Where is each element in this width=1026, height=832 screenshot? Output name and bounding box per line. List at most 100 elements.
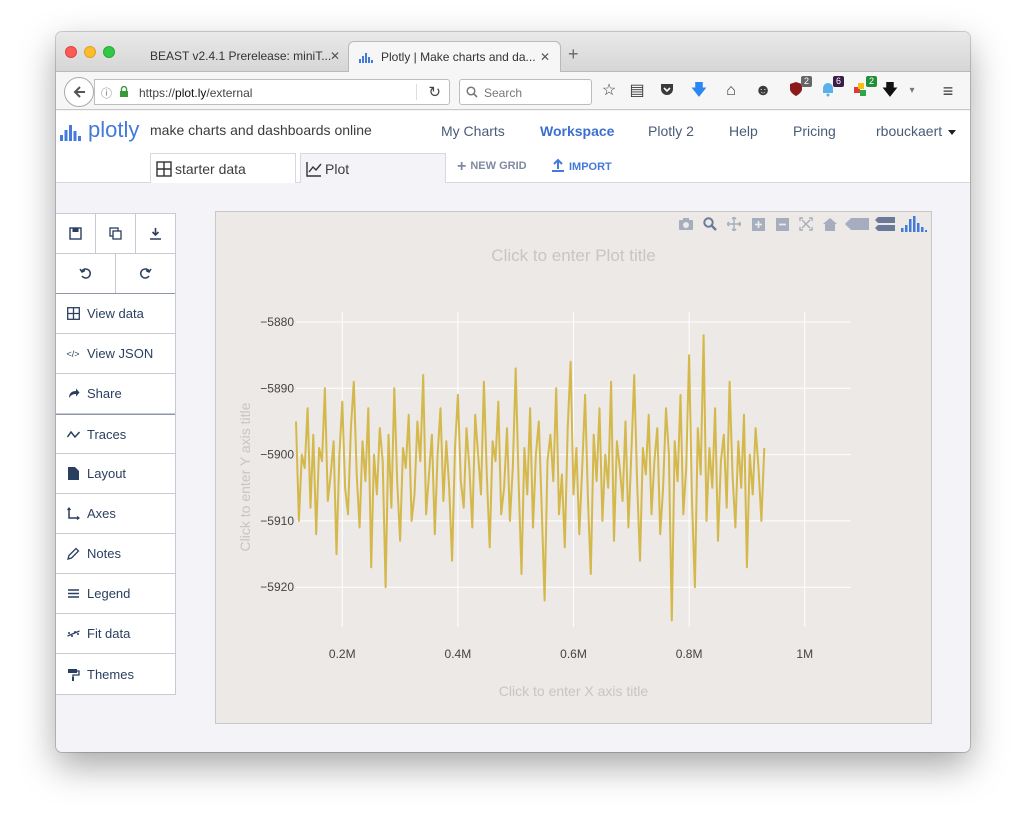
close-tab-icon[interactable]: ✕	[540, 42, 550, 73]
extension-puzzle-icon[interactable]: 2	[851, 76, 877, 101]
sidebar-item-themes[interactable]: Themes	[56, 654, 175, 694]
browser-tab-beast[interactable]: BEAST v2.4.1 Prerelease: miniT... ✕	[140, 41, 350, 72]
reload-icon[interactable]: ↻	[428, 83, 441, 101]
x-axis-title[interactable]: Click to enter X axis title	[499, 683, 649, 699]
tab-plot[interactable]: Plot	[300, 153, 446, 183]
ublock-icon[interactable]: 2	[786, 76, 812, 101]
hover-closest-icon[interactable]	[845, 216, 869, 232]
nav-help[interactable]: Help	[729, 123, 758, 139]
pan-icon[interactable]	[725, 216, 743, 232]
plotly-header: plotly make charts and dashboards online…	[56, 111, 970, 183]
y-tick-label: −5880	[260, 315, 294, 329]
pocket-icon[interactable]	[657, 81, 677, 101]
sidebar-item-view-json[interactable]: </> View JSON	[56, 334, 175, 374]
y-axis-title[interactable]: Click to enter Y axis title	[237, 402, 253, 551]
user-menu[interactable]: rbouckaert	[876, 123, 957, 139]
browser-tab-plotly[interactable]: Plotly | Make charts and da... ✕	[348, 41, 561, 72]
zoom-icon[interactable]	[701, 216, 719, 232]
bookmark-star-icon[interactable]: ☆	[599, 81, 619, 101]
sidebar-item-fit-data[interactable]: Fit data	[56, 614, 175, 654]
paint-roller-icon	[66, 667, 80, 681]
y-tick-label: −5900	[260, 448, 294, 462]
download-icon[interactable]: 🡇	[689, 81, 709, 101]
save-button[interactable]	[56, 214, 96, 253]
sidebar-item-legend[interactable]: Legend	[56, 574, 175, 614]
pencil-icon	[66, 547, 80, 561]
ublock-badge: 2	[800, 76, 812, 87]
autoscale-icon[interactable]	[797, 216, 815, 232]
x-tick-label: 0.8M	[676, 647, 703, 661]
legend-icon	[66, 587, 80, 601]
redo-icon	[140, 268, 152, 279]
x-tick-label: 1M	[796, 647, 813, 661]
caret-down-icon	[948, 129, 957, 135]
plotly-logo-icon[interactable]	[901, 216, 927, 232]
close-window-button[interactable]	[65, 46, 77, 58]
nav-plotly-2[interactable]: Plotly 2	[648, 123, 694, 139]
import-button[interactable]: IMPORT	[551, 158, 612, 175]
tab-starter-data[interactable]: starter data	[150, 153, 296, 183]
x-tick-label: 0.4M	[445, 647, 472, 661]
search-placeholder: Search	[484, 86, 523, 100]
sidebar-item-label: Traces	[87, 426, 127, 442]
reading-list-icon[interactable]: ▤	[627, 81, 647, 101]
minimize-window-button[interactable]	[84, 46, 96, 58]
plot-title[interactable]: Click to enter Plot title	[491, 246, 655, 265]
zoom-window-button[interactable]	[103, 46, 115, 58]
plotly-logo[interactable]: plotly	[60, 119, 139, 141]
undo-button[interactable]	[56, 254, 116, 293]
new-grid-button[interactable]: + NEW GRID	[457, 158, 527, 175]
copy-button[interactable]	[96, 214, 136, 253]
plot-area[interactable]: −5880 −5890 −5900 −5910 −5920 0.2M 0.4M 0.6M 0.8…	[215, 211, 932, 724]
sidebar-item-label: Layout	[87, 466, 127, 481]
close-tab-icon[interactable]: ✕	[330, 41, 340, 72]
line-chart[interactable]: −5880 −5890 −5900 −5910 −5920 0.2M 0.4M 0.6M 0.8…	[216, 212, 933, 725]
zoom-in-icon[interactable]	[749, 216, 767, 232]
layout-icon	[66, 467, 80, 481]
redo-button[interactable]	[116, 254, 175, 293]
sidebar-item-notes[interactable]: Notes	[56, 534, 175, 574]
code-icon: </>	[66, 348, 80, 359]
y-tick-label: −5890	[260, 381, 294, 395]
sidebar-item-label: Themes	[87, 666, 134, 682]
grid-icon	[66, 307, 80, 321]
sidebar-item-axes[interactable]: Axes	[56, 494, 175, 534]
fit-icon	[66, 627, 80, 641]
reset-axes-icon[interactable]	[821, 216, 839, 232]
back-button[interactable]	[64, 77, 94, 107]
download-button[interactable]	[136, 214, 175, 253]
sidebar-item-label: Axes	[87, 506, 116, 521]
menu-hamburger-icon[interactable]: ≡	[938, 81, 958, 101]
zoom-out-icon[interactable]	[773, 216, 791, 232]
back-arrow-icon	[73, 86, 85, 98]
camera-icon[interactable]	[677, 216, 695, 232]
extension-bell-icon[interactable]: 6	[818, 76, 844, 101]
sidebar-item-label: Notes	[87, 546, 121, 561]
search-input[interactable]: Search	[459, 79, 592, 105]
emoji-icon[interactable]: ☻	[753, 81, 773, 101]
file-actions-row	[56, 214, 175, 254]
plotly-logo-icon	[60, 125, 81, 141]
info-icon[interactable]: ⓘ	[101, 85, 112, 101]
download-arrow-icon[interactable]: 🡇	[880, 81, 900, 101]
overflow-chevron-icon[interactable]: ▾	[902, 81, 922, 101]
new-tab-icon[interactable]: +	[568, 45, 579, 63]
nav-my-charts[interactable]: My Charts	[441, 123, 505, 139]
sidebar-item-layout[interactable]: Layout	[56, 454, 175, 494]
download-icon	[150, 228, 161, 240]
home-icon[interactable]: ⌂	[721, 81, 741, 101]
lock-icon	[120, 86, 128, 97]
y-tick-label: −5910	[260, 514, 294, 528]
search-icon	[466, 86, 478, 98]
nav-workspace[interactable]: Workspace	[540, 123, 614, 139]
hover-compare-icon[interactable]	[875, 216, 895, 232]
sidebar-item-label: View data	[87, 306, 144, 321]
sidebar-item-view-data[interactable]: View data	[56, 294, 175, 334]
sidebar-item-label: Fit data	[87, 626, 131, 641]
tab-label: Plot	[325, 161, 350, 177]
sidebar-item-share[interactable]: Share	[56, 374, 175, 414]
nav-pricing[interactable]: Pricing	[793, 123, 836, 139]
sidebar-item-traces[interactable]: Traces	[56, 414, 175, 454]
url-bar[interactable]: ⓘ https://plot.ly/external ↻	[94, 79, 450, 105]
series-line	[295, 334, 766, 622]
